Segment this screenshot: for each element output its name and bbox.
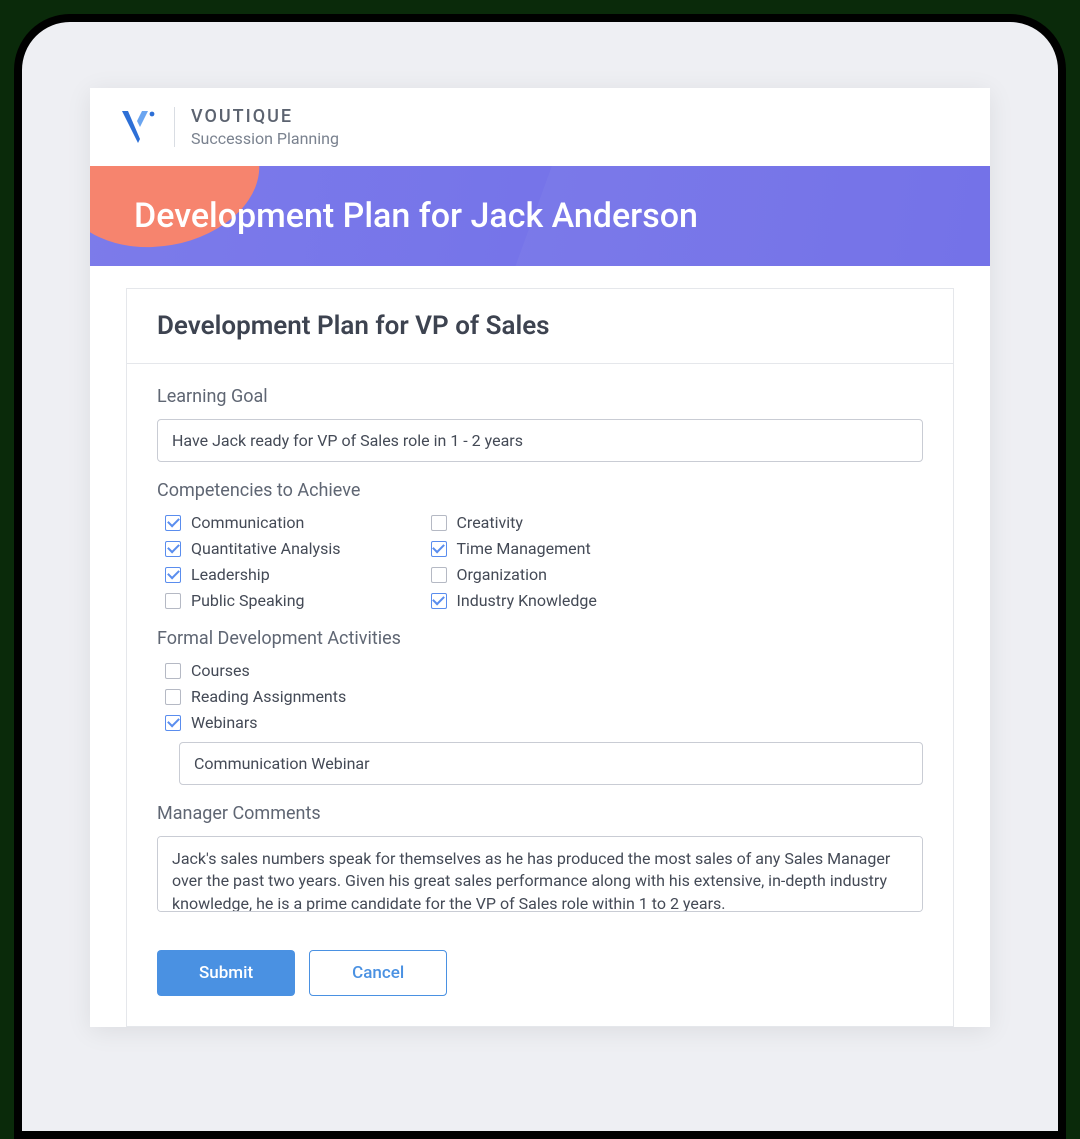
brand-text: VOUTIQUE Succession Planning	[191, 106, 339, 148]
competency-organization[interactable]: Organization	[431, 565, 597, 584]
checkbox-label: Leadership	[191, 565, 270, 584]
checkbox-label: Industry Knowledge	[457, 591, 597, 610]
checkbox-label: Time Management	[457, 539, 591, 558]
competencies-group: Communication Quantitative Analysis Lead…	[157, 513, 923, 610]
logo-divider	[174, 107, 175, 147]
submit-button[interactable]: Submit	[157, 950, 295, 996]
checkbox-label: Communication	[191, 513, 304, 532]
competency-leadership[interactable]: Leadership	[165, 565, 341, 584]
competency-communication[interactable]: Communication	[165, 513, 341, 532]
comments-label: Manager Comments	[157, 803, 923, 824]
competency-quantitative-analysis[interactable]: Quantitative Analysis	[165, 539, 341, 558]
brand-title: VOUTIQUE	[191, 106, 339, 127]
activity-reading-assignments[interactable]: Reading Assignments	[165, 687, 923, 706]
card-header: Development Plan for VP of Sales	[127, 289, 953, 364]
checkbox-label: Public Speaking	[191, 591, 305, 610]
learning-goal-label: Learning Goal	[157, 386, 923, 407]
activity-courses[interactable]: Courses	[165, 661, 923, 680]
competency-time-management[interactable]: Time Management	[431, 539, 597, 558]
device-frame: VOUTIQUE Succession Planning Development…	[14, 14, 1066, 1139]
competencies-col-2: Creativity Time Management Organization …	[431, 513, 597, 610]
brand-subtitle: Succession Planning	[191, 129, 339, 148]
app-window: VOUTIQUE Succession Planning Development…	[90, 88, 990, 1027]
banner: Development Plan for Jack Anderson	[90, 166, 990, 266]
manager-comments-input[interactable]	[157, 836, 923, 912]
topbar: VOUTIQUE Succession Planning	[90, 88, 990, 166]
form-card: Development Plan for VP of Sales Learnin…	[126, 288, 954, 1027]
checkbox-label: Creativity	[457, 513, 523, 532]
activity-detail-input[interactable]	[179, 742, 923, 785]
checkbox-label: Organization	[457, 565, 547, 584]
checkbox-icon	[431, 593, 447, 609]
checkbox-label: Quantitative Analysis	[191, 539, 341, 558]
activity-webinars[interactable]: Webinars	[165, 713, 923, 732]
learning-goal-input[interactable]	[157, 419, 923, 462]
form-actions: Submit Cancel	[157, 950, 923, 996]
competencies-col-1: Communication Quantitative Analysis Lead…	[165, 513, 341, 610]
checkbox-icon	[165, 541, 181, 557]
checkbox-icon	[165, 593, 181, 609]
checkbox-label: Webinars	[191, 713, 258, 732]
competency-public-speaking[interactable]: Public Speaking	[165, 591, 341, 610]
checkbox-icon	[165, 663, 181, 679]
checkbox-icon	[165, 567, 181, 583]
cancel-button[interactable]: Cancel	[309, 950, 447, 996]
checkbox-label: Reading Assignments	[191, 687, 346, 706]
checkbox-icon	[165, 715, 181, 731]
checkbox-icon	[165, 515, 181, 531]
checkbox-icon	[431, 541, 447, 557]
activities-label: Formal Development Activities	[157, 628, 923, 649]
checkbox-icon	[431, 567, 447, 583]
competency-creativity[interactable]: Creativity	[431, 513, 597, 532]
competency-industry-knowledge[interactable]: Industry Knowledge	[431, 591, 597, 610]
checkbox-icon	[165, 689, 181, 705]
banner-title: Development Plan for Jack Anderson	[134, 196, 698, 236]
card-body: Learning Goal Competencies to Achieve Co…	[127, 364, 953, 1026]
checkbox-icon	[431, 515, 447, 531]
card-title: Development Plan for VP of Sales	[157, 311, 923, 341]
competencies-label: Competencies to Achieve	[157, 480, 923, 501]
checkbox-label: Courses	[191, 661, 250, 680]
activities-group: Courses Reading Assignments Webinars	[157, 661, 923, 732]
brand-logo-icon	[118, 107, 158, 147]
